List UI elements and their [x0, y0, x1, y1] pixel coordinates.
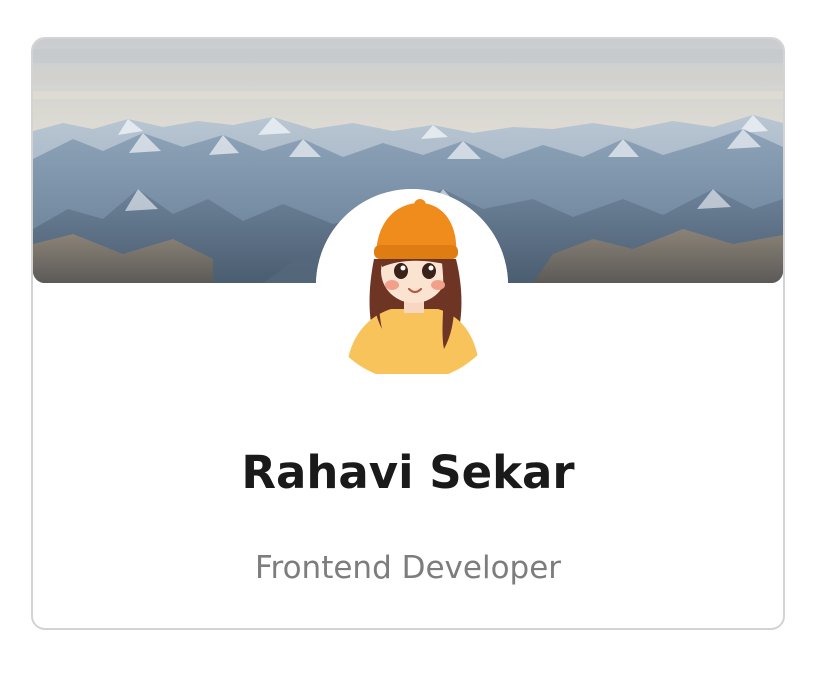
profile-card: Rahavi Sekar Frontend Developer [31, 37, 785, 630]
profile-name: Rahavi Sekar [241, 446, 575, 499]
avatar [316, 189, 508, 381]
profile-role: Frontend Developer [254, 550, 562, 586]
